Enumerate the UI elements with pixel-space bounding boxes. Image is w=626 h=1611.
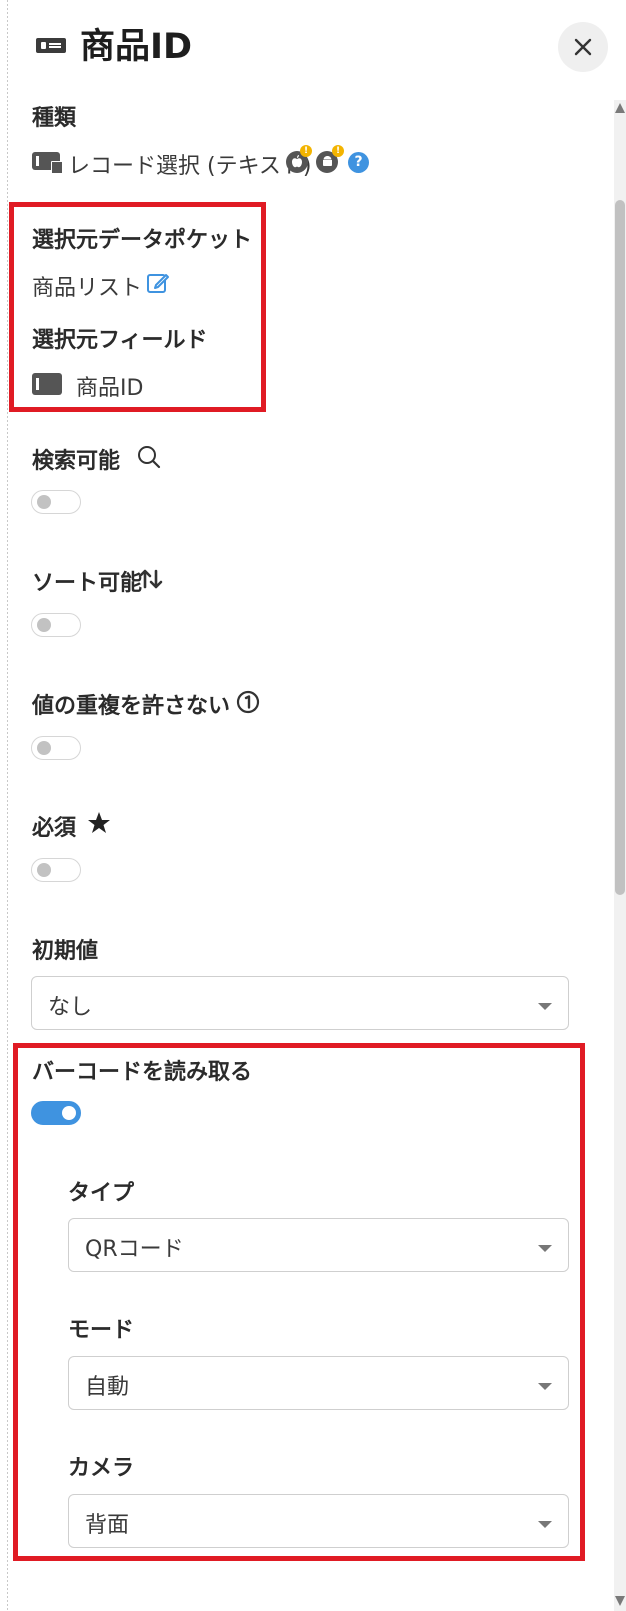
panel-left-border	[7, 0, 8, 1611]
star-icon	[86, 810, 112, 836]
barcode-camera-selected: 背面	[85, 1513, 130, 1538]
sort-icon	[138, 567, 164, 591]
number-one-icon	[236, 690, 260, 714]
source-field-label: 選択元フィールド	[32, 328, 208, 353]
required-label: 必須	[32, 816, 77, 841]
unique-label: 値の重複を許さない	[32, 694, 231, 719]
initial-value-selected: なし	[48, 995, 93, 1020]
close-icon	[574, 38, 592, 56]
scrollbar-thumb[interactable]	[615, 200, 625, 895]
barcode-camera-label: カメラ	[68, 1456, 135, 1481]
barcode-mode-label: モード	[68, 1318, 135, 1343]
barcode-camera-select[interactable]: 背面	[68, 1494, 569, 1548]
warning-dot-icon: !	[300, 145, 312, 157]
type-value: レコード選択 (テキスト)	[68, 154, 312, 179]
scroll-up-arrow-icon[interactable]	[615, 103, 625, 113]
source-pocket-value: 商品リスト	[32, 276, 143, 301]
text-field-icon	[32, 373, 62, 395]
barcode-mode-select[interactable]: 自動	[68, 1356, 569, 1410]
barcode-type-label: タイプ	[68, 1181, 135, 1206]
initial-value-select[interactable]: なし	[31, 976, 569, 1030]
close-button[interactable]	[558, 22, 608, 72]
searchable-toggle[interactable]	[31, 490, 81, 514]
sortable-label: ソート可能	[32, 571, 143, 596]
search-icon	[136, 444, 162, 470]
highlight-box-barcode	[13, 1043, 585, 1561]
edit-icon[interactable]	[146, 271, 170, 295]
source-field-value: 商品ID	[76, 376, 144, 401]
chevron-down-icon	[538, 1521, 552, 1528]
warning-dot-icon: !	[332, 145, 344, 157]
scroll-down-arrow-icon[interactable]	[615, 1596, 625, 1606]
help-icon[interactable]: ?	[348, 152, 369, 173]
text-field-icon	[36, 38, 66, 53]
barcode-label: バーコードを読み取る	[32, 1060, 253, 1085]
type-label: 種類	[32, 106, 77, 131]
required-toggle[interactable]	[31, 858, 81, 882]
record-select-icon	[32, 152, 63, 174]
unique-toggle[interactable]	[31, 736, 81, 760]
searchable-label: 検索可能	[32, 449, 121, 474]
barcode-type-selected: QRコード	[85, 1237, 184, 1262]
barcode-type-select[interactable]: QRコード	[68, 1218, 569, 1272]
page-title: 商品ID	[80, 27, 193, 67]
initial-value-label: 初期値	[32, 939, 99, 964]
chevron-down-icon	[538, 1003, 552, 1010]
chevron-down-icon	[538, 1383, 552, 1390]
source-pocket-label: 選択元データポケット	[32, 228, 253, 253]
chevron-down-icon	[538, 1245, 552, 1252]
barcode-toggle[interactable]	[31, 1101, 81, 1125]
sortable-toggle[interactable]	[31, 613, 81, 637]
barcode-mode-selected: 自動	[85, 1375, 130, 1400]
